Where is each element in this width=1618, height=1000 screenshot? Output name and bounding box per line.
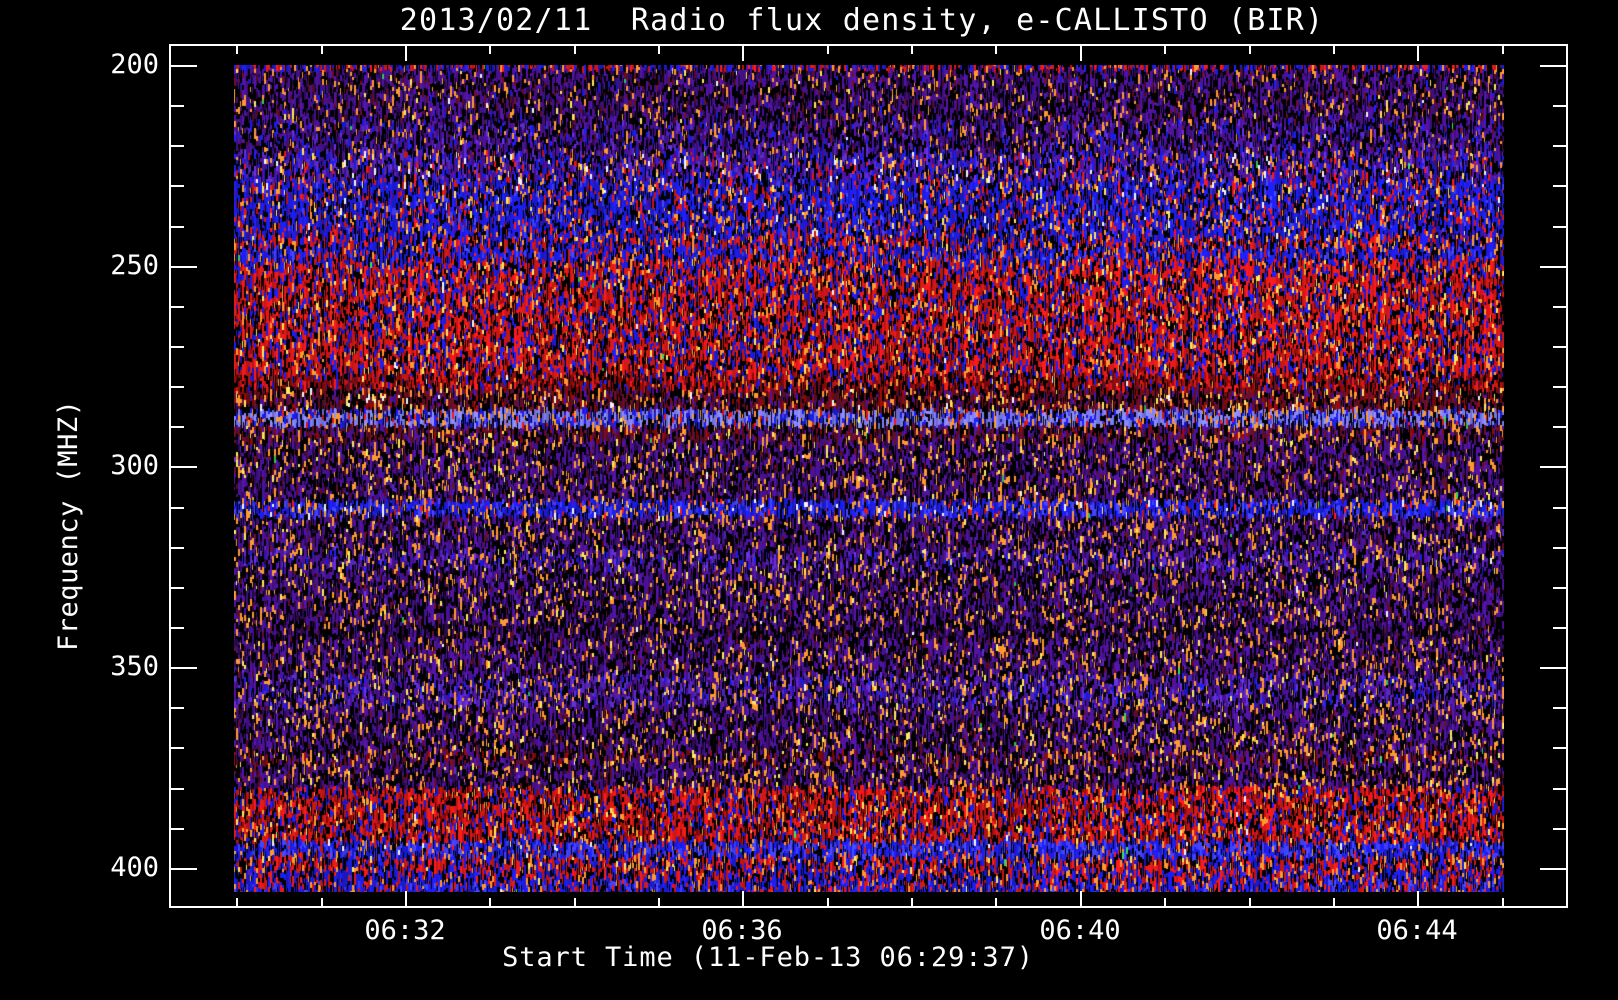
y-major-tick [171,65,197,67]
x-minor-tick [1249,898,1251,906]
y-minor-tick [171,788,184,790]
x-major-tick [742,891,744,906]
y-minor-tick-right [1553,587,1566,589]
x-minor-tick-top [1502,46,1504,54]
x-tick-label: 06:44 [1376,915,1458,946]
y-tick-label: 300 [110,450,159,481]
x-major-tick-top [405,46,407,61]
spectrogram-canvas [234,65,1504,892]
y-minor-tick [171,828,184,830]
x-minor-tick [658,898,660,906]
y-minor-tick-right [1553,185,1566,187]
x-axis-title: Start Time (11-Feb-13 06:29:37) [502,942,1034,973]
x-minor-tick [236,898,238,906]
y-minor-tick [171,386,184,388]
y-minor-tick-right [1553,306,1566,308]
y-major-tick-right [1540,466,1566,468]
x-major-tick [1417,891,1419,906]
y-minor-tick [171,346,184,348]
y-minor-tick [171,747,184,749]
x-minor-tick-top [574,46,576,54]
y-minor-tick-right [1553,346,1566,348]
x-major-tick-top [1080,46,1082,61]
page-title: 2013/02/11 Radio flux density, e-CALLIST… [399,3,1325,38]
y-minor-tick [171,587,184,589]
x-major-tick [1080,891,1082,906]
y-minor-tick [171,306,184,308]
x-minor-tick [1164,898,1166,906]
y-major-tick [171,868,197,870]
y-minor-tick-right [1553,226,1566,228]
y-minor-tick-right [1553,386,1566,388]
x-minor-tick [489,898,491,906]
y-major-tick-right [1540,266,1566,268]
x-minor-tick-top [911,46,913,54]
y-major-tick [171,266,197,268]
y-major-tick [171,466,197,468]
x-major-tick [405,891,407,906]
y-tick-label: 400 [110,852,159,883]
y-axis-title: Frequency (MHZ) [53,399,84,651]
y-tick-label: 350 [110,651,159,682]
x-minor-tick-top [658,46,660,54]
y-minor-tick-right [1553,828,1566,830]
x-major-tick-top [742,46,744,61]
x-minor-tick [574,898,576,906]
y-minor-tick-right [1553,547,1566,549]
y-minor-tick-right [1553,707,1566,709]
y-minor-tick [171,507,184,509]
y-minor-tick-right [1553,426,1566,428]
y-minor-tick-right [1553,507,1566,509]
y-minor-tick [171,627,184,629]
y-minor-tick [171,185,184,187]
x-minor-tick-top [1249,46,1251,54]
y-tick-label: 200 [110,49,159,80]
y-major-tick [171,667,197,669]
y-minor-tick-right [1553,105,1566,107]
x-minor-tick-top [827,46,829,54]
x-minor-tick-top [236,46,238,54]
x-minor-tick [911,898,913,906]
x-minor-tick [1333,898,1335,906]
x-minor-tick-top [489,46,491,54]
y-minor-tick [171,426,184,428]
y-major-tick-right [1540,65,1566,67]
y-minor-tick [171,145,184,147]
y-tick-label: 250 [110,250,159,281]
y-minor-tick [171,547,184,549]
x-minor-tick-top [995,46,997,54]
y-major-tick-right [1540,868,1566,870]
x-minor-tick [827,898,829,906]
y-minor-tick [171,105,184,107]
y-minor-tick-right [1553,627,1566,629]
spectrogram-page: 2013/02/11 Radio flux density, e-CALLIST… [0,0,1618,1000]
y-major-tick-right [1540,667,1566,669]
x-minor-tick [995,898,997,906]
x-minor-tick-top [1164,46,1166,54]
y-minor-tick [171,707,184,709]
y-minor-tick-right [1553,747,1566,749]
x-minor-tick-top [1333,46,1335,54]
y-minor-tick-right [1553,145,1566,147]
y-minor-tick [171,226,184,228]
y-minor-tick-right [1553,788,1566,790]
x-minor-tick-top [321,46,323,54]
x-minor-tick [321,898,323,906]
x-minor-tick [1502,898,1504,906]
x-major-tick-top [1417,46,1419,61]
